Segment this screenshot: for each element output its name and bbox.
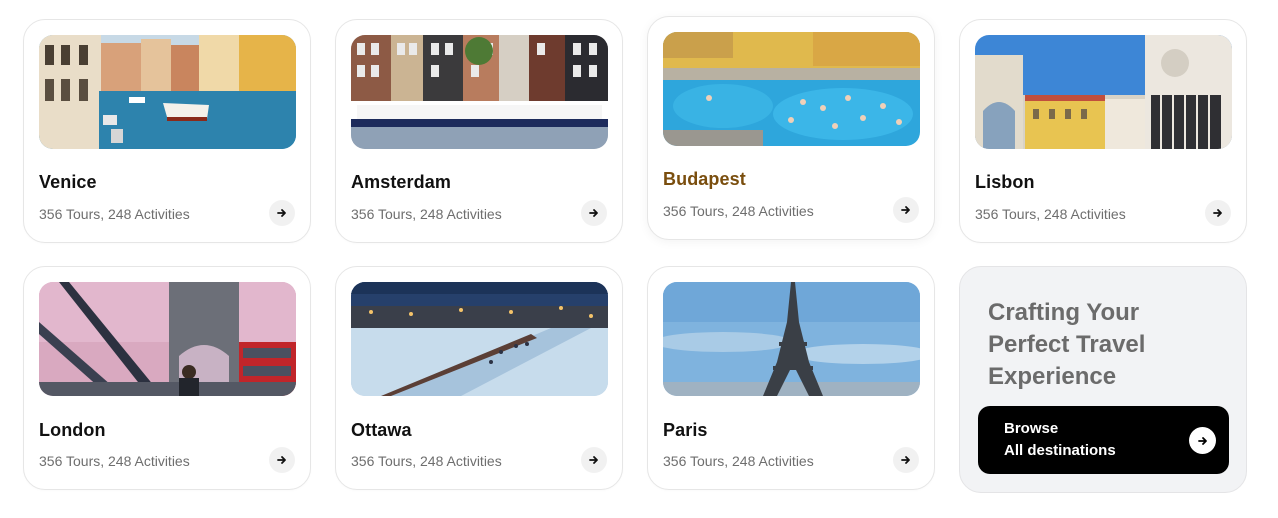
destination-card-london[interactable]: London 356 Tours, 248 Activities: [23, 266, 311, 490]
tours-activities-count: 356 Tours, 248 Activities: [663, 203, 814, 219]
arrow-right-icon[interactable]: [269, 447, 295, 473]
destination-card-lisbon[interactable]: Lisbon 356 Tours, 248 Activities: [959, 19, 1247, 243]
tours-activities-count: 356 Tours, 248 Activities: [351, 206, 502, 222]
city-name: London: [39, 420, 106, 440]
destination-card-amsterdam[interactable]: Amsterdam 356 Tours, 248 Activities: [335, 19, 623, 243]
city-name: Budapest: [663, 169, 746, 189]
amsterdam-image: [351, 35, 608, 149]
city-name: Lisbon: [975, 172, 1035, 192]
paris-image: [663, 282, 920, 396]
lisbon-image: [975, 35, 1232, 149]
london-image: [39, 282, 296, 396]
tours-activities-count: 356 Tours, 248 Activities: [975, 206, 1126, 222]
budapest-image: [663, 32, 920, 146]
city-name: Ottawa: [351, 420, 412, 440]
browse-label: Browse: [1004, 420, 1059, 437]
browse-all-destinations-button[interactable]: Browse All destinations: [978, 406, 1229, 474]
arrow-right-icon[interactable]: [893, 197, 919, 223]
destination-card-ottawa[interactable]: Ottawa 356 Tours, 248 Activities: [335, 266, 623, 490]
tours-activities-count: 356 Tours, 248 Activities: [663, 453, 814, 469]
destination-card-budapest[interactable]: Budapest 356 Tours, 248 Activities: [647, 16, 935, 240]
arrow-right-icon[interactable]: [581, 447, 607, 473]
destination-card-paris[interactable]: Paris 356 Tours, 248 Activities: [647, 266, 935, 490]
tours-activities-count: 356 Tours, 248 Activities: [39, 453, 190, 469]
destination-card-venice[interactable]: Venice 356 Tours, 248 Activities: [23, 19, 311, 243]
all-destinations-label: All destinations: [1004, 442, 1116, 459]
arrow-right-icon[interactable]: [581, 200, 607, 226]
city-name: Amsterdam: [351, 172, 451, 192]
ottawa-image: [351, 282, 608, 396]
promo-title-line: Perfect Travel: [988, 331, 1146, 358]
venice-image: [39, 35, 296, 149]
arrow-right-icon[interactable]: [1205, 200, 1231, 226]
arrow-right-icon: [1189, 427, 1216, 454]
arrow-right-icon[interactable]: [269, 200, 295, 226]
arrow-right-icon[interactable]: [893, 447, 919, 473]
tours-activities-count: 356 Tours, 248 Activities: [39, 206, 190, 222]
promo-title-line: Crafting Your: [988, 299, 1140, 326]
city-name: Venice: [39, 172, 97, 192]
promo-title-line: Experience: [988, 363, 1117, 390]
promo-card: Crafting Your Perfect Travel Experience …: [959, 266, 1247, 493]
promo-title: Crafting Your Perfect Travel Experience: [988, 297, 1228, 393]
tours-activities-count: 356 Tours, 248 Activities: [351, 453, 502, 469]
city-name: Paris: [663, 420, 708, 440]
